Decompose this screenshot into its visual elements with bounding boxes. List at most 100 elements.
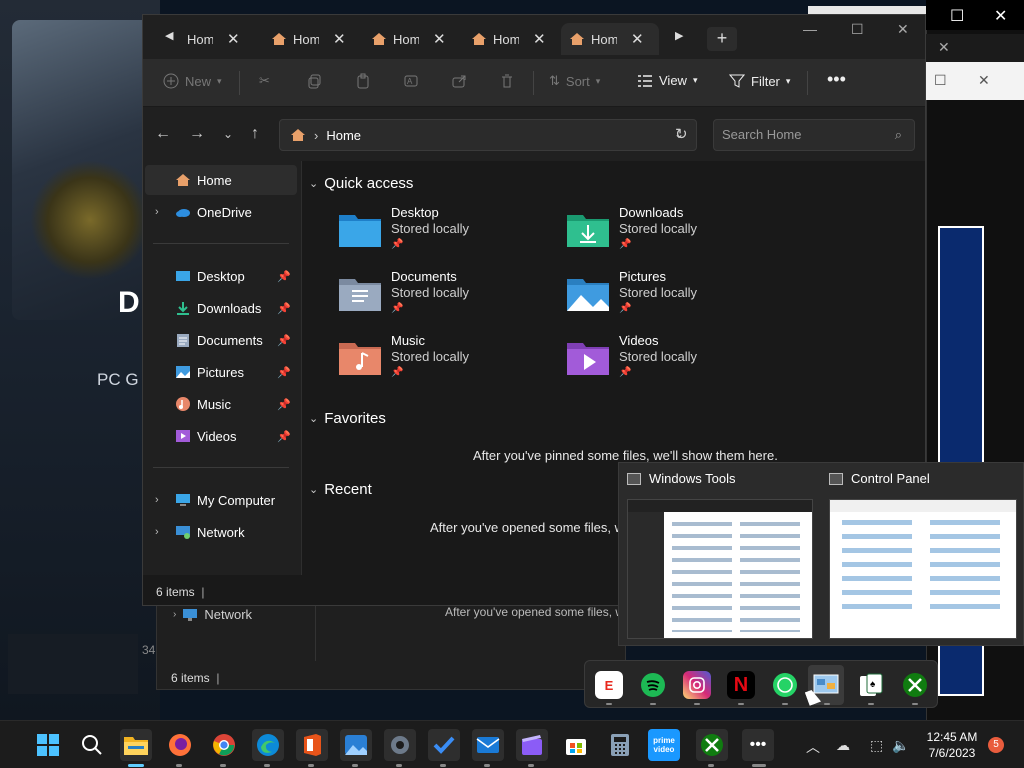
prime-video-icon[interactable]: prime video	[648, 729, 680, 761]
close-icon[interactable]: ✕	[897, 21, 909, 38]
clipchamp-icon[interactable]	[516, 729, 548, 761]
preview-title-windows-tools[interactable]: Windows Tools	[627, 471, 735, 486]
new-button[interactable]: New ▾	[163, 73, 222, 89]
clock[interactable]: 12:45 AM 7/6/2023	[920, 729, 984, 761]
tab-home-3[interactable]: Hom ✕	[363, 23, 461, 55]
quick-access-desktop[interactable]: Desktop Stored locally 📌	[339, 205, 469, 253]
search-input[interactable]: Search Home ⌕	[713, 119, 915, 151]
sidebar-item-videos[interactable]: Videos 📌	[145, 421, 297, 451]
svg-text:A: A	[407, 77, 413, 86]
file-explorer-icon[interactable]	[120, 729, 152, 761]
tab-scroll-left-icon[interactable]: ◀	[165, 29, 173, 42]
netflix-icon[interactable]: N	[727, 671, 755, 699]
sidebar-item-network[interactable]: › Network	[145, 517, 297, 547]
share-button[interactable]	[451, 73, 467, 89]
tab-close-icon[interactable]: ✕	[433, 30, 446, 48]
tab-home-active[interactable]: Hom ✕	[561, 23, 659, 55]
back-icon[interactable]: ←	[155, 125, 171, 143]
recent-locations-icon[interactable]: ⌄	[223, 127, 233, 141]
section-quick-access[interactable]: ⌄ Quick access	[309, 175, 413, 192]
whatsapp-icon[interactable]	[771, 671, 799, 699]
notification-badge[interactable]: 5	[988, 737, 1004, 753]
maximize-icon[interactable]: ☐	[851, 21, 864, 38]
sidebar-item-my-computer[interactable]: › My Computer	[145, 485, 297, 515]
forward-icon[interactable]: →	[189, 125, 205, 143]
cut-button[interactable]: ✂	[259, 73, 270, 89]
windows-start-icon[interactable]	[32, 729, 64, 761]
calculator-icon[interactable]	[604, 729, 636, 761]
section-recent[interactable]: ⌄ Recent	[309, 481, 372, 498]
tab-close-icon[interactable]: ✕	[333, 30, 346, 48]
view-button[interactable]: View ▾	[637, 73, 697, 88]
office-icon[interactable]	[296, 729, 328, 761]
maximize-icon[interactable]: ☐	[950, 6, 964, 26]
up-icon[interactable]: ↑	[251, 125, 259, 143]
search-icon[interactable]	[76, 729, 108, 761]
maximize-icon[interactable]: ☐	[934, 72, 947, 89]
new-tab-button[interactable]: +	[707, 27, 737, 51]
sidebar-item-network[interactable]: › Network	[173, 607, 252, 622]
solitaire-icon[interactable]: ♠	[857, 671, 885, 699]
instagram-icon[interactable]	[683, 671, 711, 699]
cloud-sync-icon[interactable]: ☁	[836, 737, 850, 754]
more-options-button[interactable]: •••	[827, 69, 846, 90]
firefox-icon[interactable]	[164, 729, 196, 761]
store-icon[interactable]	[560, 729, 592, 761]
more-icon[interactable]: •••	[742, 729, 774, 761]
show-hidden-icons-chevron-icon[interactable]: ︿	[806, 737, 820, 757]
rename-button[interactable]: A	[403, 73, 419, 89]
todo-icon[interactable]	[428, 729, 460, 761]
spotify-icon[interactable]	[639, 671, 667, 699]
refresh-icon[interactable]: ↻	[675, 125, 688, 143]
photos-icon[interactable]	[340, 729, 372, 761]
tab-home-2[interactable]: Hom ✕	[263, 23, 361, 55]
close-icon[interactable]: ✕	[978, 72, 990, 89]
tab-close-icon[interactable]: ✕	[631, 30, 644, 48]
xbox-icon[interactable]	[696, 729, 728, 761]
tab-close-icon[interactable]: ✕	[227, 30, 240, 48]
quick-access-pictures[interactable]: Pictures Stored locally 📌	[567, 269, 697, 317]
sidebar-item-onedrive[interactable]: › OneDrive	[145, 197, 297, 227]
chevron-right-icon[interactable]: ›	[155, 206, 159, 218]
preview-thumbnail-windows-tools[interactable]	[627, 499, 813, 639]
preview-thumbnail-control-panel[interactable]	[829, 499, 1017, 639]
xbox-icon[interactable]	[901, 671, 929, 699]
mail-icon[interactable]	[472, 729, 504, 761]
paste-button[interactable]	[355, 73, 371, 89]
preview-title-control-panel[interactable]: Control Panel	[829, 471, 930, 486]
quick-access-videos[interactable]: Videos Stored locally 📌	[567, 333, 697, 381]
close-icon[interactable]: ✕	[938, 39, 950, 56]
settings-icon[interactable]	[384, 729, 416, 761]
espn-icon[interactable]: E	[595, 671, 623, 699]
sidebar-item-pictures[interactable]: Pictures 📌	[145, 357, 297, 387]
address-bar[interactable]: › Home ⌄	[279, 119, 697, 151]
tab-home-4[interactable]: Hom ✕	[463, 23, 561, 55]
sidebar-item-label: Pictures	[197, 364, 244, 380]
chevron-right-icon[interactable]: ›	[155, 526, 159, 538]
music-icon	[175, 397, 191, 411]
quick-access-music[interactable]: Music Stored locally 📌	[339, 333, 469, 381]
tab-close-icon[interactable]: ✕	[533, 30, 546, 48]
edge-icon[interactable]	[252, 729, 284, 761]
network-status-icon[interactable]: ⬚	[870, 737, 883, 754]
sidebar-item-home[interactable]: Home	[145, 165, 297, 195]
copy-button[interactable]	[307, 73, 323, 89]
sidebar-item-music[interactable]: Music 📌	[145, 389, 297, 419]
delete-button[interactable]	[499, 73, 515, 89]
sidebar-item-downloads[interactable]: Downloads 📌	[145, 293, 297, 323]
new-label: New	[185, 73, 212, 89]
tab-scroll-right-icon[interactable]: ▶	[675, 29, 683, 42]
section-favorites[interactable]: ⌄ Favorites	[309, 410, 386, 427]
breadcrumb[interactable]: Home	[326, 128, 361, 143]
chevron-right-icon[interactable]: ›	[155, 494, 159, 506]
quick-access-downloads[interactable]: Downloads Stored locally 📌	[567, 205, 697, 253]
minimize-icon[interactable]: —	[803, 21, 817, 37]
sidebar-item-desktop[interactable]: Desktop 📌	[145, 261, 297, 291]
quick-access-documents[interactable]: Documents Stored locally 📌	[339, 269, 469, 317]
close-icon[interactable]: ✕	[994, 6, 1007, 26]
sort-button[interactable]: ⇅ Sort ▾	[549, 73, 600, 89]
sidebar-item-documents[interactable]: Documents 📌	[145, 325, 297, 355]
filter-button[interactable]: Filter ▾	[729, 73, 790, 89]
chrome-icon[interactable]	[208, 729, 240, 761]
volume-icon[interactable]: 🔈	[892, 737, 909, 754]
